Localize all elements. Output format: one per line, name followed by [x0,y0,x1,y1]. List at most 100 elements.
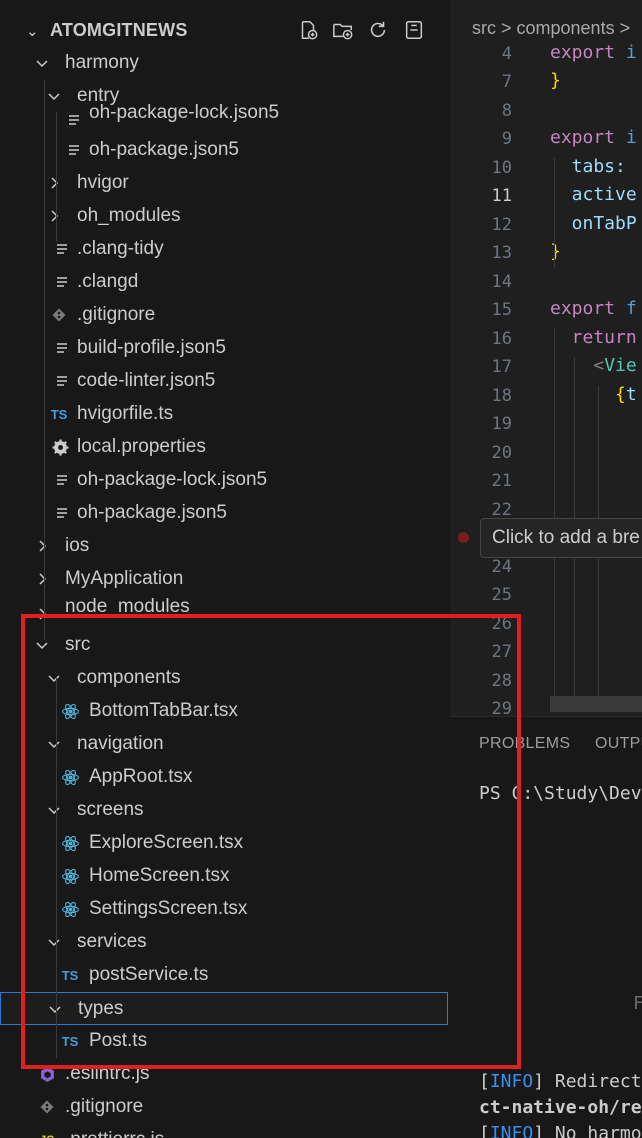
line-number[interactable]: 18 [450,386,512,406]
chevron-right-icon[interactable] [44,173,64,193]
line-number[interactable]: 21 [450,471,512,491]
tree-file-row[interactable]: oh-package.json5 [0,497,448,530]
tree-item-label: oh-package.json5 [77,502,227,523]
line-number[interactable]: 24 [450,557,512,577]
tree-folder-row[interactable]: oh_modules [0,200,448,233]
line-number[interactable]: 9 [450,129,512,149]
tab-output[interactable]: OUTPU [595,735,642,753]
tree-item-label: oh-package-lock.json5 [77,469,268,490]
code-line[interactable]: {t [550,384,637,405]
terminal-line-text: Redirect [544,1071,642,1092]
tree-folder-row[interactable]: ios [0,530,448,563]
line-number[interactable]: 13 [450,243,512,263]
terminal-faint-letter: F [633,993,642,1014]
tree-folder-row[interactable]: MyApplication [0,563,448,596]
line-number[interactable]: 22 [450,500,512,520]
tree-item-label: .gitignore [77,304,156,325]
info-tag: INFO [489,1123,534,1138]
terminal-line-text: No harmo [544,1123,642,1138]
tree-item-label: .gitignore [65,1096,144,1117]
tree-item-label: hvigorfile.ts [77,403,174,424]
tree-item-label: .clang-tidy [77,238,164,259]
chevron-right-icon[interactable] [32,536,52,556]
chevron-down-icon[interactable] [44,86,64,106]
line-number[interactable]: 17 [450,357,512,377]
code-line[interactable]: active [550,184,637,205]
file-lines-icon [52,239,72,259]
code-line[interactable]: export i [550,127,637,148]
tree-file-row[interactable]: local.properties [0,431,448,464]
tree-file-row[interactable]: build-profile.json5 [0,332,448,365]
code-line[interactable]: } [550,241,561,262]
terminal-line-1: [INFO] Redirect [479,1071,642,1092]
tree-folder-row[interactable]: hvigor [0,167,448,200]
line-number[interactable]: 7 [450,72,512,92]
breakpoint-hint-icon[interactable] [458,532,469,543]
tree-item-label: harmony [65,52,139,73]
tree-item-label: MyApplication [65,568,184,589]
line-number[interactable]: 12 [450,215,512,235]
tree-item-label: code-linter.json5 [77,370,216,391]
terminal-line-2: ct-native-oh/re [479,1097,642,1118]
js-icon: JS [37,1130,57,1138]
line-number[interactable]: 11 [450,186,512,206]
typescript-icon: TS [50,406,68,422]
line-number[interactable]: 15 [450,300,512,320]
line-number[interactable]: 25 [450,585,512,605]
chevron-down-icon[interactable] [32,53,52,73]
line-number[interactable]: 4 [450,44,512,64]
tree-file-row[interactable]: JS .prettierrc.js [0,1124,448,1138]
collapse-all-icon[interactable] [402,18,426,42]
tree-file-row[interactable]: code-linter.json5 [0,365,448,398]
tree-file-row[interactable]: .gitignore [0,1091,448,1124]
git-icon [37,1097,57,1117]
tree-item-label: .prettierrc.js [65,1129,164,1138]
highlight-annotation-box [21,614,521,1069]
new-folder-icon[interactable] [331,18,355,42]
code-editor[interactable]: src > components > 4 export i 7} 8 9 export i… [450,0,642,716]
refresh-icon[interactable] [366,18,390,42]
vscode-window: ⌄ ATOMGITNEWS harmony entry oh-package-loc… [0,0,642,1138]
chevron-right-icon[interactable] [44,206,64,226]
line-number[interactable]: 8 [450,101,512,121]
code-line[interactable]: onTabP [550,213,637,234]
code-line[interactable]: export i [550,42,637,63]
code-line[interactable]: return [550,327,637,348]
new-file-icon[interactable] [296,18,320,42]
code-line[interactable]: export f [550,298,637,319]
tree-file-row[interactable]: .clang-tidy [0,233,448,266]
tree-file-row[interactable]: .clangd [0,266,448,299]
file-lines-icon [52,503,72,523]
breadcrumb[interactable]: src > components > [472,18,630,39]
file-lines-icon [64,110,84,130]
tree-file-row[interactable]: oh-package.json5 [0,134,448,167]
line-number[interactable]: 14 [450,272,512,292]
breakpoint-tooltip: Click to add a bre [480,518,642,558]
tree-file-row[interactable]: .gitignore [0,299,448,332]
file-lines-icon [52,272,72,292]
line-number[interactable]: 10 [450,158,512,178]
line-number[interactable]: 16 [450,329,512,349]
chevron-right-icon[interactable] [32,569,52,589]
tree-item-label: build-profile.json5 [77,337,226,358]
tree-file-row[interactable]: TS hvigorfile.ts [0,398,448,431]
indent-guide [56,112,57,242]
code-line[interactable]: tabs: [550,156,626,177]
horizontal-scrollbar[interactable] [550,696,642,712]
line-number[interactable]: 20 [450,443,512,463]
tree-folder-row[interactable]: harmony [0,47,448,80]
terminal-line-3: [INFO] No harmo [479,1123,642,1138]
line-number[interactable]: 19 [450,414,512,434]
tree-file-row[interactable]: oh-package-lock.json5 [0,464,448,497]
indent-guide [44,80,45,640]
tree-item-label: .clangd [77,271,139,292]
file-lines-icon [52,470,72,490]
tree-file-row[interactable]: oh-package-lock.json5 [0,102,448,137]
tree-item-label: oh-package-lock.json5 [89,102,280,123]
code-line[interactable]: } [550,70,561,91]
indent-guide [554,329,555,699]
code-line[interactable]: <Vie [550,355,636,376]
gear-icon [50,437,70,457]
chevron-down-icon[interactable]: ⌄ [26,22,39,40]
explorer-header[interactable]: ⌄ ATOMGITNEWS [0,10,448,50]
